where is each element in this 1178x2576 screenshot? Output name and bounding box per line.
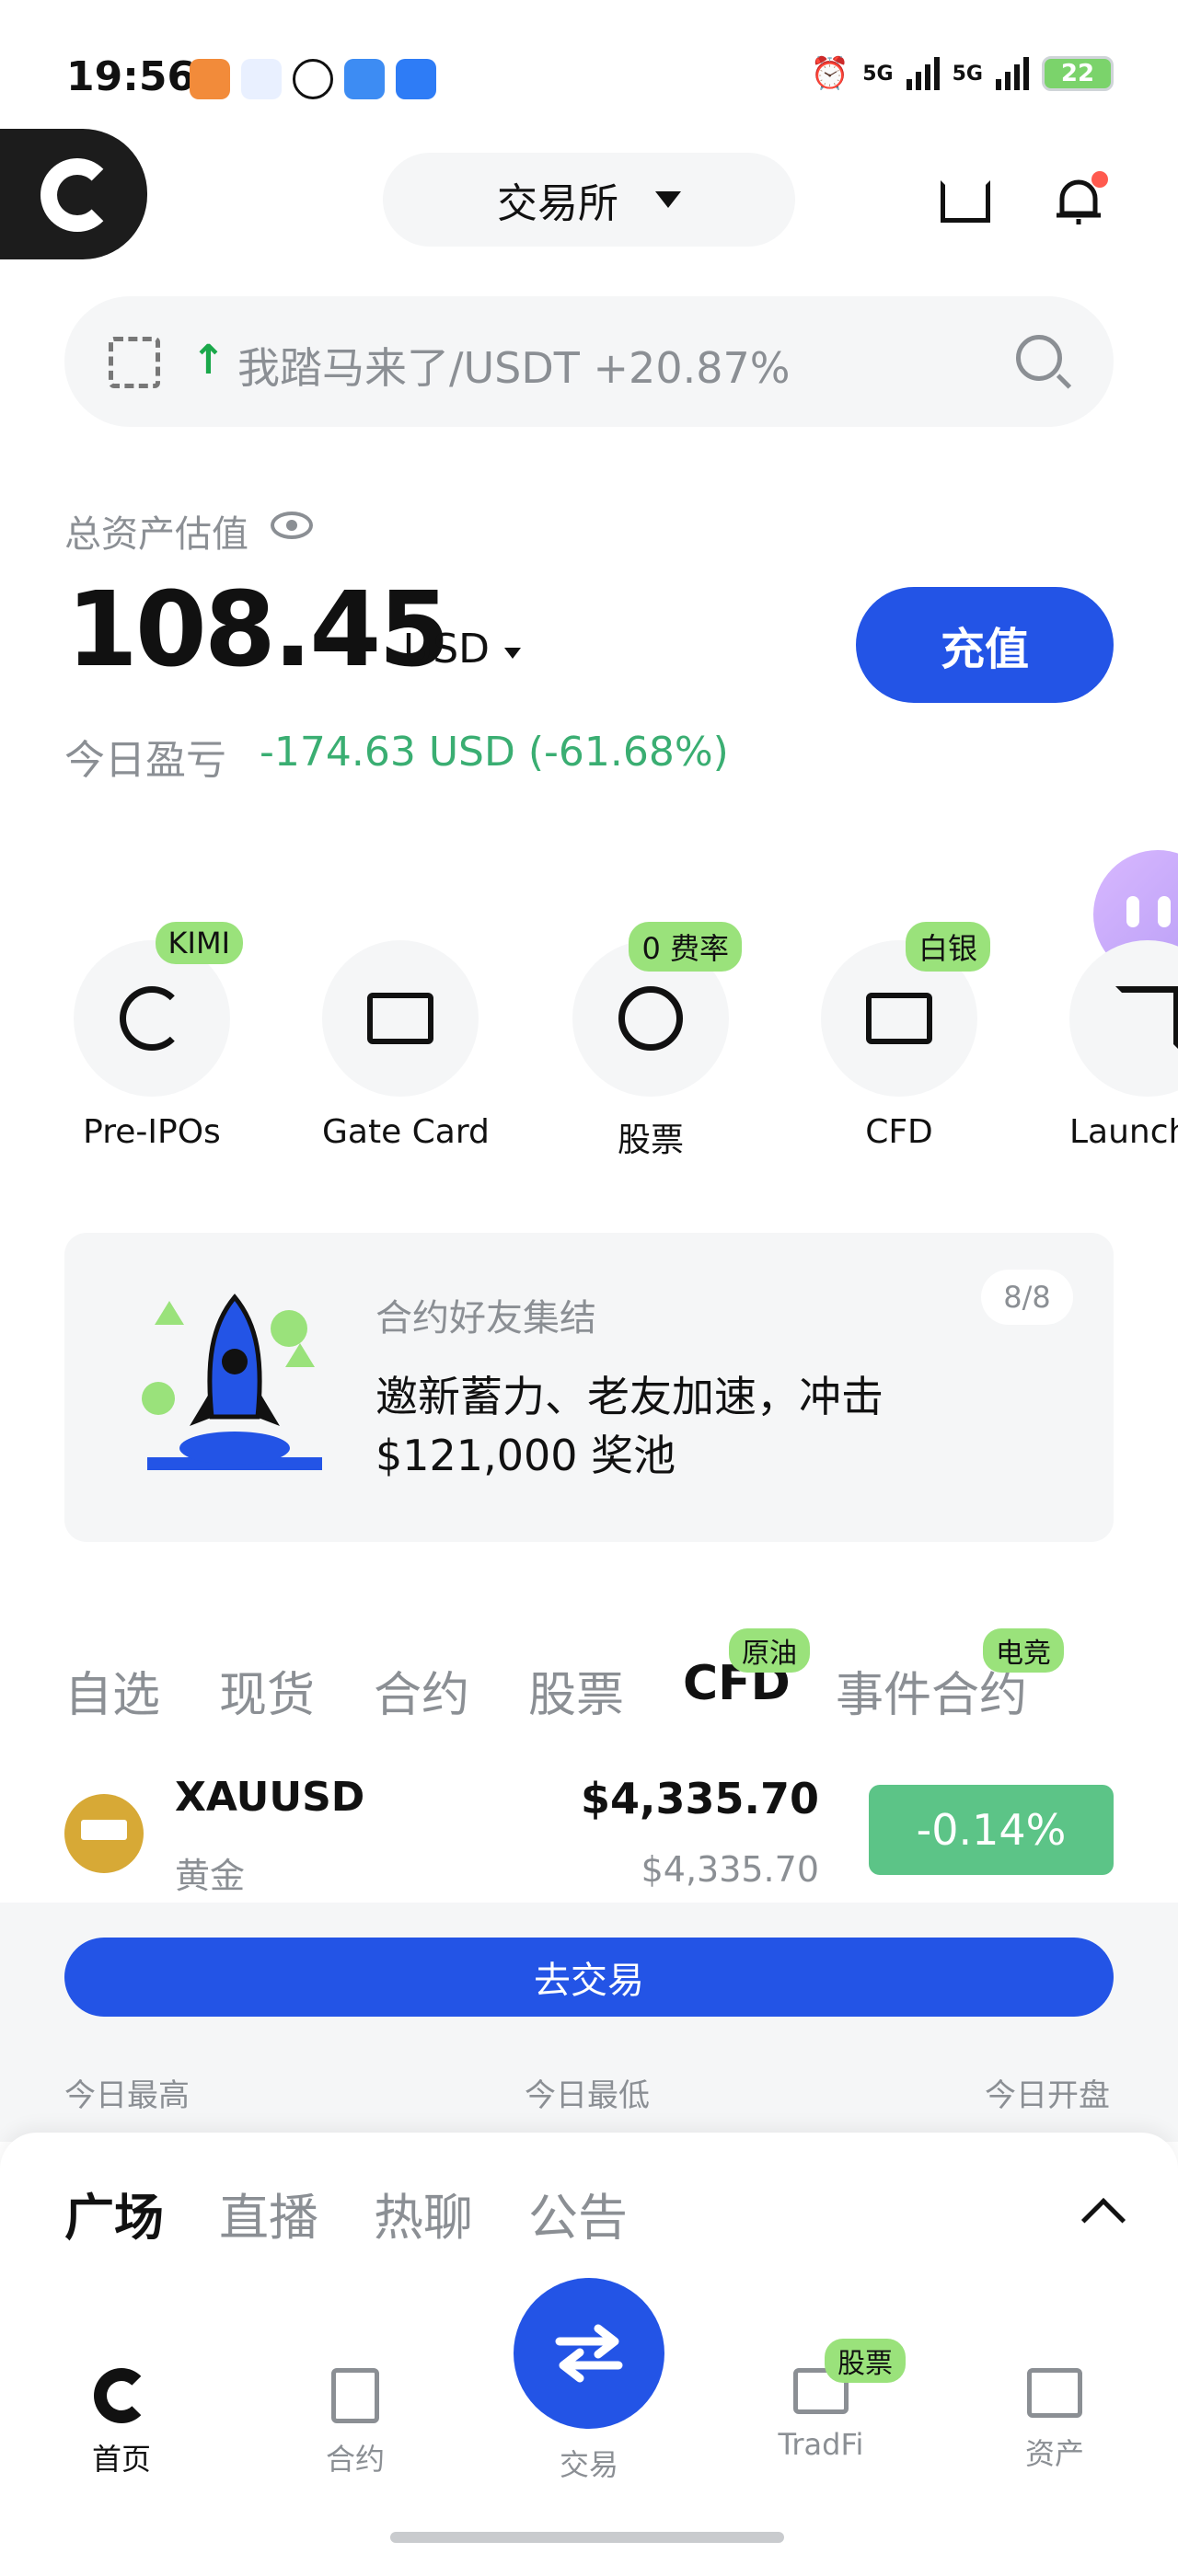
sheet-tab-live[interactable]: 直播 bbox=[219, 2177, 318, 2249]
signal-icon-1 bbox=[906, 57, 940, 90]
sheet-tab-announcements[interactable]: 公告 bbox=[528, 2177, 628, 2249]
row-name: 黄金 bbox=[175, 1856, 246, 1896]
app-icon-alipay bbox=[396, 59, 436, 99]
today-pnl-value: -174.63 USD (-61.68%) bbox=[260, 729, 729, 776]
nav-assets[interactable]: 资产 bbox=[981, 2368, 1128, 2473]
total-assets-label: 总资产估值 bbox=[64, 513, 248, 556]
exchange-selector-label: 交易所 bbox=[497, 180, 618, 227]
app-icon-message bbox=[344, 59, 385, 99]
row-price: $4,335.70 bbox=[581, 1774, 819, 1823]
nav-home[interactable]: 首页 bbox=[48, 2368, 195, 2478]
shortcut-gate-card[interactable]: Gate Card bbox=[322, 940, 490, 1151]
exchange-selector[interactable]: 交易所 bbox=[383, 153, 795, 247]
app-icon-browser bbox=[241, 59, 282, 99]
gold-bar-icon bbox=[64, 1794, 144, 1873]
shortcut-stocks[interactable]: 0 费率 股票 bbox=[572, 922, 742, 1161]
network-label-2: 5G bbox=[952, 62, 983, 86]
row-symbol[interactable]: XAUUSD bbox=[175, 1774, 364, 1821]
shortcut-badge: KIMI bbox=[155, 922, 243, 964]
home-logo-icon bbox=[94, 2368, 149, 2423]
eye-icon[interactable] bbox=[271, 512, 313, 539]
currency-selector[interactable]: USD bbox=[403, 626, 490, 673]
shortcut-label: Launchp bbox=[1069, 1113, 1178, 1151]
shortcut-label: CFD bbox=[865, 1113, 933, 1151]
today-pnl-label: 今日盈亏 bbox=[64, 737, 226, 784]
shortcut-label: Gate Card bbox=[322, 1113, 490, 1151]
document-icon bbox=[331, 2368, 379, 2423]
globe-icon bbox=[618, 986, 683, 1051]
app-icon-heart bbox=[190, 59, 230, 99]
nav-home-label: 首页 bbox=[91, 2442, 151, 2477]
tab-badge-esports: 电竞 bbox=[983, 1628, 1064, 1673]
alarm-icon: ⏰ bbox=[810, 55, 850, 92]
chevron-down-icon bbox=[655, 191, 681, 208]
shortcut-pre-ipos[interactable]: KIMI Pre-IPOs bbox=[74, 922, 243, 1151]
notification-dot bbox=[1091, 171, 1108, 188]
card-icon bbox=[367, 993, 433, 1044]
status-right: ⏰ 5G 5G 22 bbox=[811, 55, 1114, 92]
deposit-button[interactable]: 充值 bbox=[856, 587, 1114, 703]
nav-tradfi-label: TradFi bbox=[778, 2427, 864, 2462]
shortcut-badge: 白银 bbox=[905, 922, 990, 972]
trend-up-icon: ↑ bbox=[191, 337, 225, 384]
wallet-icon bbox=[1027, 2368, 1082, 2418]
go-trade-button[interactable]: 去交易 bbox=[64, 1938, 1114, 2017]
ipo-icon bbox=[120, 986, 184, 1051]
rocket-icon bbox=[142, 1294, 322, 1470]
tab-badge-crude-oil: 原油 bbox=[729, 1628, 810, 1673]
promo-subtitle: 合约好友集结 bbox=[375, 1297, 596, 1340]
status-time: 19:56 bbox=[66, 53, 196, 100]
app-icon-qq bbox=[293, 59, 333, 99]
today-low-label: 今日最低 bbox=[525, 2077, 650, 2114]
shortcut-badge: 0 费率 bbox=[629, 922, 742, 972]
nav-tradfi-badge: 股票 bbox=[825, 2339, 906, 2383]
network-label-1: 5G bbox=[862, 62, 894, 86]
shortcut-label: Pre-IPOs bbox=[83, 1113, 221, 1151]
shortcut-label: 股票 bbox=[617, 1121, 684, 1159]
today-high-label: 今日最高 bbox=[64, 2077, 190, 2114]
tab-stocks[interactable]: 股票 bbox=[528, 1656, 624, 1725]
battery-icon: 22 bbox=[1042, 56, 1114, 91]
scan-icon[interactable] bbox=[941, 180, 990, 223]
nav-futures-label: 合约 bbox=[325, 2442, 385, 2477]
nav-assets-label: 资产 bbox=[1024, 2436, 1084, 2471]
row-sub-price: $4,335.70 bbox=[641, 1849, 819, 1890]
today-open-label: 今日开盘 bbox=[985, 2077, 1110, 2114]
gate-logo-icon bbox=[40, 158, 114, 232]
signal-icon-2 bbox=[996, 57, 1029, 90]
swap-arrows-icon bbox=[555, 2324, 623, 2383]
search-placeholder[interactable]: 我踏马来了/USDT +20.87% bbox=[237, 335, 790, 396]
sheet-tab-hot-chat[interactable]: 热聊 bbox=[374, 2177, 473, 2249]
tab-favorites[interactable]: 自选 bbox=[64, 1656, 160, 1725]
tab-futures[interactable]: 合约 bbox=[374, 1656, 469, 1725]
promo-title: 邀新蓄力、老友加速，冲击 $121,000 奖池 bbox=[375, 1372, 884, 1480]
tab-spot[interactable]: 现货 bbox=[219, 1656, 315, 1725]
nav-futures[interactable]: 合约 bbox=[282, 2368, 429, 2478]
total-assets-value: 108.45 bbox=[66, 570, 450, 690]
home-indicator bbox=[390, 2532, 784, 2543]
search-icon[interactable] bbox=[1016, 335, 1062, 381]
trade-fab-button[interactable] bbox=[514, 2278, 664, 2429]
chart-monitor-icon bbox=[866, 993, 932, 1044]
scan-code-icon[interactable] bbox=[109, 337, 160, 388]
nav-trade-label: 交易 bbox=[559, 2447, 618, 2482]
sheet-tab-plaza[interactable]: 广场 bbox=[64, 2177, 164, 2249]
launchpad-icon bbox=[1115, 986, 1178, 1051]
shortcut-launchpad[interactable]: Launchp bbox=[1069, 940, 1178, 1151]
row-change-badge[interactable]: -0.14% bbox=[869, 1785, 1114, 1875]
shortcut-cfd[interactable]: 白银 CFD bbox=[821, 922, 990, 1151]
currency-chevron-down-icon[interactable] bbox=[504, 648, 521, 659]
promo-page-count: 8/8 bbox=[981, 1270, 1073, 1325]
